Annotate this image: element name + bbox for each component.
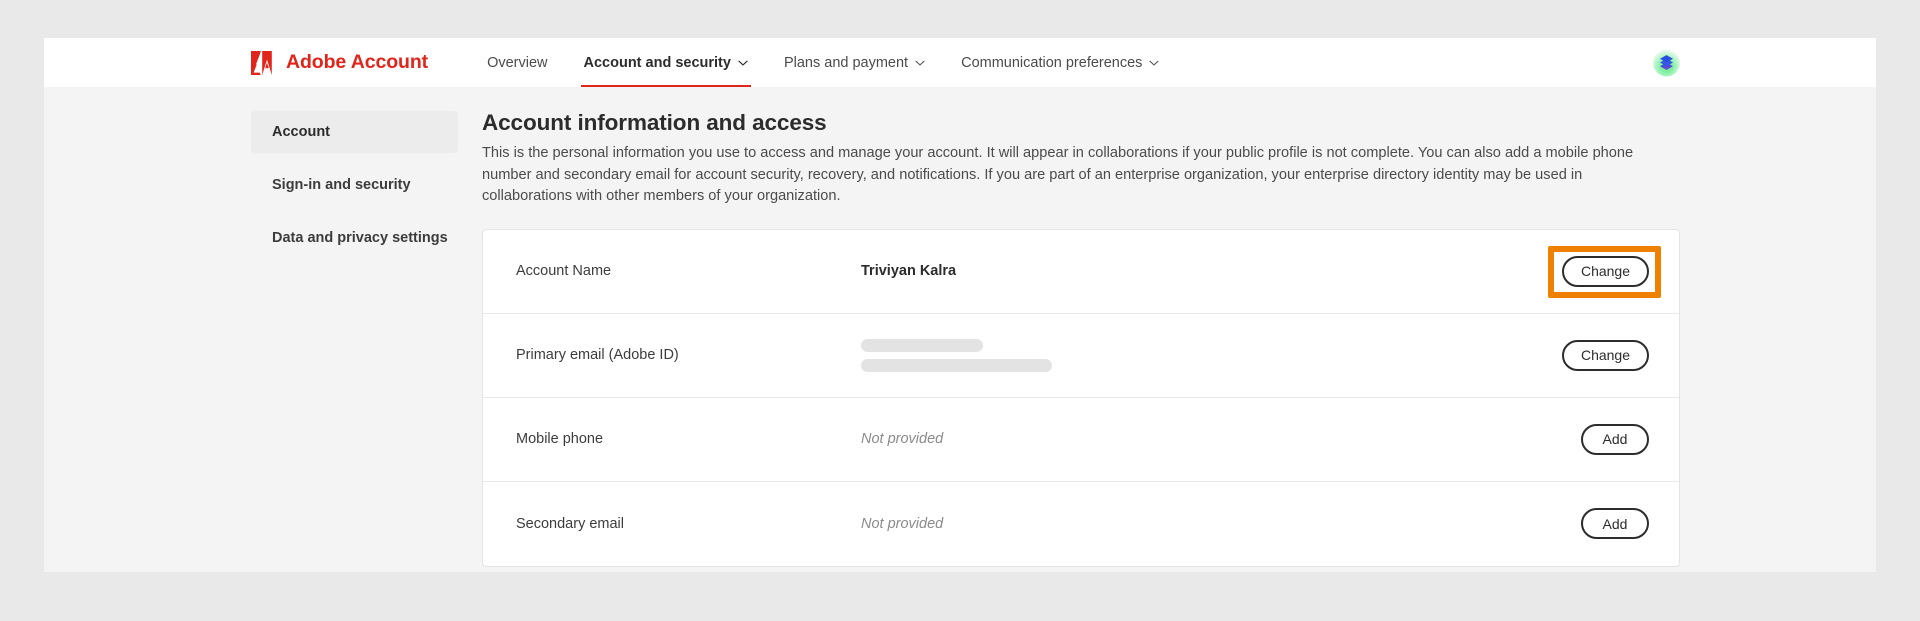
table-row: Account Name Triviyan Kalra Change <box>483 230 1679 314</box>
nav-item-overview[interactable]: Overview <box>469 38 565 87</box>
sidebar-item-sign-in-and-security[interactable]: Sign-in and security <box>251 164 458 206</box>
row-value-account-name: Triviyan Kalra <box>861 263 957 280</box>
table-row: Secondary email Not provided Add <box>483 482 1679 566</box>
row-value-primary-email <box>861 338 1529 372</box>
avatar <box>1653 49 1680 76</box>
sidebar: Account Sign-in and security Data and pr… <box>251 87 458 572</box>
top-navigation-bar: Adobe Account Overview Account and secur… <box>44 38 1876 87</box>
row-label-mobile-phone: Mobile phone <box>516 431 604 448</box>
row-label-secondary-email: Secondary email <box>516 515 624 532</box>
chevron-down-icon <box>915 58 925 68</box>
sidebar-item-data-and-privacy-settings-label: Data and privacy settings <box>272 230 448 246</box>
brand-logo-link[interactable]: Adobe Account <box>251 50 429 75</box>
row-label-account-name: Account Name <box>516 263 612 280</box>
row-action-primary-email: Change <box>1529 339 1649 371</box>
page-body: Account Sign-in and security Data and pr… <box>44 87 1876 572</box>
page-container: Adobe Account Overview Account and secur… <box>44 38 1876 572</box>
row-value-mobile-phone: Not provided <box>861 431 944 448</box>
main-content: Account information and access This is t… <box>458 87 1876 572</box>
row-label-primary-email: Primary email (Adobe ID) <box>516 347 679 364</box>
nav-item-plans-and-payment-label: Plans and payment <box>783 54 909 71</box>
chevron-down-icon <box>1149 58 1159 68</box>
nav-item-account-and-security[interactable]: Account and security <box>566 38 766 87</box>
sidebar-item-account-label: Account <box>272 124 330 140</box>
brand-title: Adobe Account <box>286 51 429 73</box>
redacted-bar <box>861 338 983 352</box>
redacted-email-placeholder <box>861 338 1529 372</box>
page-title: Account information and access <box>482 110 827 135</box>
nav-item-overview-label: Overview <box>487 54 548 71</box>
nav-item-account-and-security-label: Account and security <box>583 54 731 71</box>
add-button-secondary-email[interactable]: Add <box>1581 508 1649 540</box>
row-action-mobile-phone: Add <box>1529 423 1649 455</box>
row-action-secondary-email: Add <box>1529 508 1649 540</box>
redacted-bar <box>861 358 1052 372</box>
nav-item-plans-and-payment[interactable]: Plans and payment <box>766 38 943 87</box>
sidebar-item-sign-in-and-security-label: Sign-in and security <box>272 177 411 193</box>
chevron-down-icon <box>738 58 748 68</box>
screen: Adobe Account Overview Account and secur… <box>0 0 1920 621</box>
sidebar-item-data-and-privacy-settings[interactable]: Data and privacy settings <box>251 217 458 259</box>
change-button-account-name[interactable]: Change <box>1561 255 1649 287</box>
change-button-primary-email[interactable]: Change <box>1561 339 1649 371</box>
profile-avatar-button[interactable] <box>1653 49 1680 76</box>
add-button-mobile-phone[interactable]: Add <box>1581 423 1649 455</box>
main-nav: Overview Account and security Plans and … <box>469 38 1177 87</box>
table-row: Primary email (Adobe ID) Change <box>483 314 1679 398</box>
row-value-secondary-email: Not provided <box>861 515 944 532</box>
table-row: Mobile phone Not provided Add <box>483 398 1679 482</box>
nav-item-communication-preferences[interactable]: Communication preferences <box>943 38 1177 87</box>
nav-item-communication-preferences-label: Communication preferences <box>961 54 1143 71</box>
adobe-triangle-logo-icon <box>251 50 277 75</box>
sidebar-item-account[interactable]: Account <box>251 111 458 153</box>
row-action-account-name: Change <box>1529 245 1661 298</box>
account-information-table: Account Name Triviyan Kalra Change Prima… <box>482 228 1680 567</box>
page-description: This is the personal information you use… <box>482 145 1634 205</box>
